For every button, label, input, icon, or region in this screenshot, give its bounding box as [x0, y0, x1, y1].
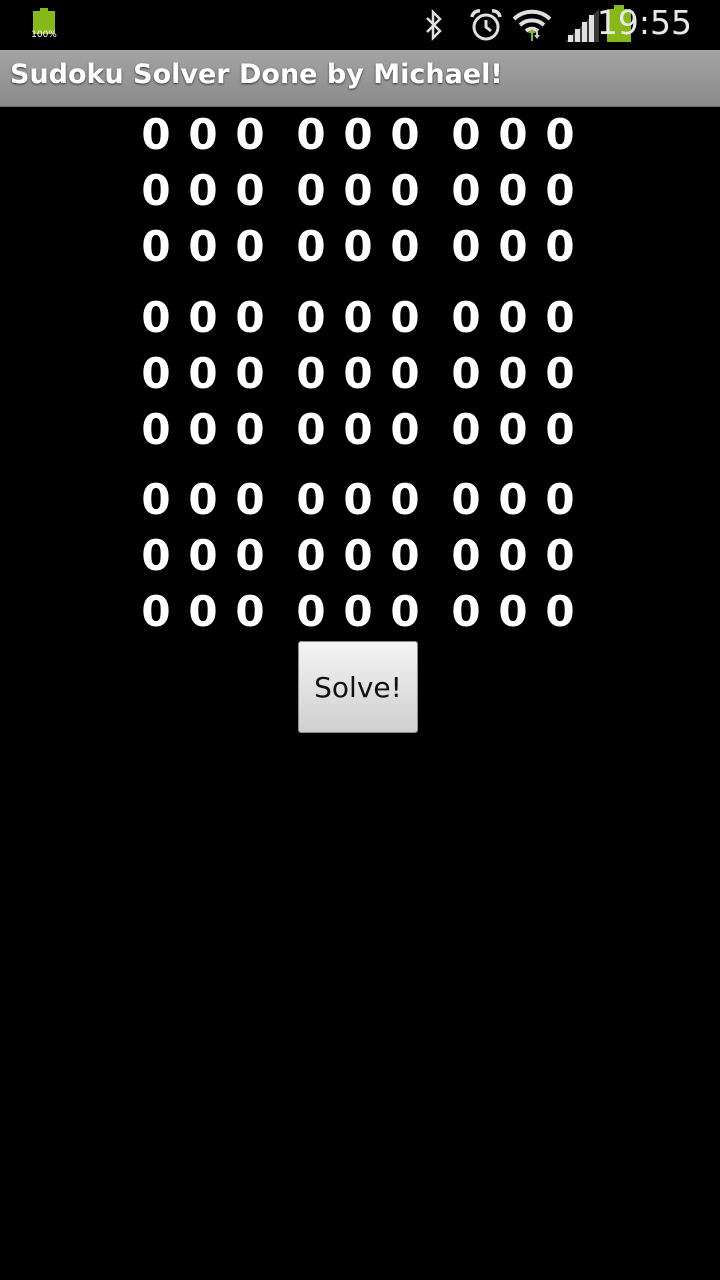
grid-cell: 0: [235, 475, 265, 524]
grid-cell: 0: [390, 531, 420, 580]
grid-cell: 0: [498, 475, 528, 524]
grid-cell: 0: [498, 531, 528, 580]
grid-cell: 0: [188, 531, 218, 580]
grid-cell: 0: [390, 349, 420, 398]
grid-cell: 0: [296, 222, 326, 271]
grid-cell: 0: [141, 222, 171, 271]
battery-full-notification-icon: 100%: [30, 8, 58, 42]
grid-cell: 0: [141, 475, 171, 524]
grid-cell: 0: [296, 405, 326, 454]
grid-cell: 0: [451, 531, 481, 580]
grid-cell: 0: [343, 166, 373, 215]
grid-cell: 0: [235, 587, 265, 636]
grid-cell: 0: [390, 587, 420, 636]
grid-cell: 0: [545, 349, 575, 398]
grid-cell: 0: [296, 531, 326, 580]
grid-cell: 0: [498, 405, 528, 454]
grid-cell: 0: [343, 293, 373, 342]
grid-cell: 0: [451, 349, 481, 398]
grid-cell: 0: [188, 405, 218, 454]
grid-cell: 0: [545, 166, 575, 215]
battery-notification-label: 100%: [31, 30, 57, 40]
grid-cell: 0: [141, 531, 171, 580]
wifi-icon: [512, 9, 552, 41]
grid-cell: 0: [451, 293, 481, 342]
grid-cell: 0: [545, 110, 575, 159]
grid-cell: 0: [451, 405, 481, 454]
alarm-icon: [470, 9, 502, 41]
grid-cell: 0: [235, 166, 265, 215]
grid-cell: 0: [296, 293, 326, 342]
grid-cell: 0: [390, 110, 420, 159]
grid-cell: 0: [188, 293, 218, 342]
grid-cell: 0: [188, 349, 218, 398]
grid-cell: 0: [141, 349, 171, 398]
bluetooth-icon: [426, 9, 442, 41]
grid-cell: 0: [390, 475, 420, 524]
grid-cell: 0: [235, 405, 265, 454]
grid-cell: 0: [188, 587, 218, 636]
grid-cell: 0: [451, 222, 481, 271]
grid-cell: 0: [296, 475, 326, 524]
grid-cell: 0: [390, 166, 420, 215]
signal-icon: [565, 9, 599, 42]
grid-cell: 0: [343, 531, 373, 580]
grid-cell: 0: [235, 110, 265, 159]
grid-cell: 0: [390, 293, 420, 342]
grid-cell: 0: [188, 110, 218, 159]
grid-cell: 0: [296, 110, 326, 159]
grid-cell: 0: [451, 587, 481, 636]
grid-cell: 0: [545, 222, 575, 271]
grid-cell: 0: [141, 587, 171, 636]
grid-cell: 0: [188, 166, 218, 215]
grid-cell: 0: [235, 531, 265, 580]
grid-cell: 0: [343, 222, 373, 271]
grid-cell: 0: [235, 349, 265, 398]
grid-cell: 0: [141, 166, 171, 215]
grid-cell: 0: [141, 110, 171, 159]
grid-cell: 0: [188, 222, 218, 271]
grid-cell: 0: [390, 222, 420, 271]
grid-cell: 0: [343, 405, 373, 454]
grid-cell: 0: [141, 293, 171, 342]
grid-cell: 0: [451, 110, 481, 159]
grid-cell: 0: [498, 166, 528, 215]
grid-cell: 0: [545, 475, 575, 524]
grid-cell: 0: [141, 405, 171, 454]
grid-cell: 0: [498, 110, 528, 159]
grid-cell: 0: [235, 222, 265, 271]
solve-button[interactable]: Solve!: [298, 641, 418, 733]
grid-cell: 0: [343, 475, 373, 524]
grid-cell: 0: [545, 293, 575, 342]
app-title: Sudoku Solver Done by Michael!: [10, 59, 503, 90]
grid-cell: 0: [545, 405, 575, 454]
grid-cell: 0: [498, 587, 528, 636]
grid-cell: 0: [296, 166, 326, 215]
grid-cell: 0: [545, 587, 575, 636]
grid-cell: 0: [451, 166, 481, 215]
grid-cell: 0: [498, 293, 528, 342]
status-bar: 100% 19:55: [0, 0, 720, 50]
grid-cell: 0: [296, 349, 326, 398]
grid-cell: 0: [296, 587, 326, 636]
grid-cell: 0: [188, 475, 218, 524]
grid-cell: 0: [451, 475, 481, 524]
status-clock: 19:55: [596, 3, 692, 42]
grid-cell: 0: [235, 293, 265, 342]
grid-cell: 0: [545, 531, 575, 580]
grid-cell: 0: [343, 587, 373, 636]
grid-cell: 0: [390, 405, 420, 454]
app-title-bar: Sudoku Solver Done by Michael!: [0, 50, 720, 107]
grid-cell: 0: [343, 110, 373, 159]
grid-cell: 0: [498, 222, 528, 271]
grid-cell: 0: [498, 349, 528, 398]
grid-cell: 0: [343, 349, 373, 398]
